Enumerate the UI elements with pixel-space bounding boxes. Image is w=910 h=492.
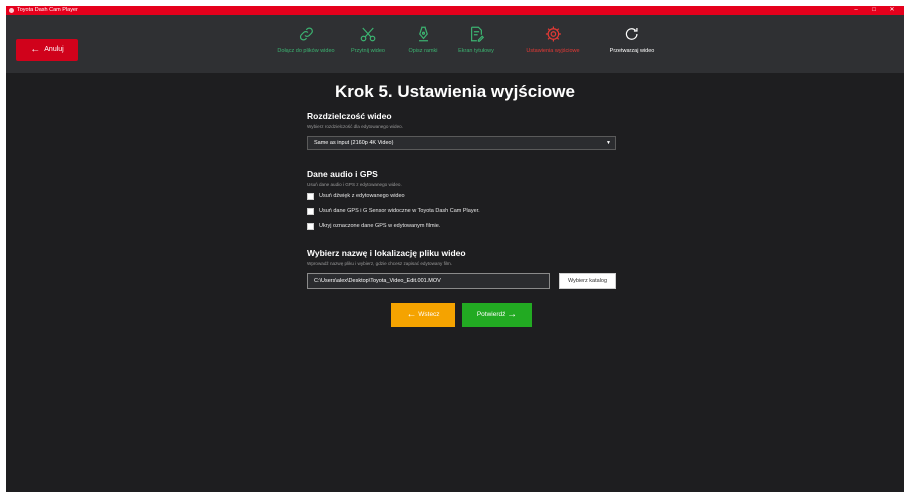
step-indicator: Dołącz do plików wideo Przytnij wideo Op… bbox=[6, 15, 904, 73]
toolbar: ← Anuluj Dołącz do plików wideo Przytnij… bbox=[6, 15, 904, 73]
close-button[interactable]: ✕ bbox=[883, 6, 901, 15]
back-button[interactable]: ← Wstecz bbox=[391, 303, 455, 327]
section-title: Rozdzielczość wideo bbox=[307, 111, 392, 121]
step-describe-frames[interactable]: Opisz ramki bbox=[408, 25, 438, 55]
step-label: Ustawienia wyjściowe bbox=[526, 48, 580, 54]
step-trim-video[interactable]: Przytnij wideo bbox=[351, 25, 385, 55]
checkbox-label: Ukryj oznaczone dane GPS w edytowanym fi… bbox=[319, 223, 441, 229]
refresh-icon bbox=[610, 25, 655, 45]
window-title: Toyota Dash Cam Player bbox=[17, 7, 78, 13]
app-icon bbox=[9, 8, 14, 13]
minimize-button[interactable]: – bbox=[847, 6, 865, 15]
page-title: Krok 5. Ustawienia wyjściowe bbox=[335, 82, 575, 101]
section-description: Usuń dane audio i GPS z edytowanego wide… bbox=[307, 182, 402, 187]
maximize-button[interactable]: □ bbox=[865, 6, 883, 15]
step-label: Przetwarzaj wideo bbox=[609, 48, 655, 54]
pen-nib-icon bbox=[408, 25, 437, 45]
arrow-left-icon: ← bbox=[406, 309, 417, 320]
step-label: Przytnij wideo bbox=[351, 48, 385, 54]
link-icon bbox=[277, 25, 334, 45]
resolution-section: Rozdzielczość wideo Wybierz rozdzielczoś… bbox=[307, 111, 627, 130]
checkbox[interactable] bbox=[307, 222, 314, 230]
back-label: Wstecz bbox=[418, 311, 440, 318]
resolution-select-value: Same as input (2160p 4K Video) bbox=[314, 140, 394, 146]
checkbox-label: Usuń dźwięk z edytowanego wideo bbox=[319, 193, 405, 199]
app-window: Toyota Dash Cam Player – □ ✕ ← Anuluj Doł… bbox=[6, 6, 904, 492]
caret-down-icon: ▼ bbox=[606, 140, 611, 146]
checkbox[interactable] bbox=[307, 207, 314, 215]
remove-gps-checkbox[interactable]: Usuń dane GPS i G Sensor widoczne w Toyo… bbox=[307, 207, 480, 215]
section-description: Wybierz rozdzielczość dla edytowanego wi… bbox=[307, 124, 403, 129]
section-title: Wybierz nazwę i lokalizację pliku wideo bbox=[307, 248, 466, 258]
title-bar: Toyota Dash Cam Player – □ ✕ bbox=[6, 6, 904, 15]
hide-gps-checkbox[interactable]: Ukryj oznaczone dane GPS w edytowanym fi… bbox=[307, 222, 440, 230]
file-path-input[interactable] bbox=[307, 273, 550, 289]
resolution-select[interactable]: Same as input (2160p 4K Video) ▼ bbox=[307, 136, 616, 150]
step-join-videos[interactable]: Dołącz do plików wideo bbox=[277, 25, 335, 55]
arrow-right-icon: → bbox=[507, 309, 518, 320]
checkbox[interactable] bbox=[307, 192, 314, 200]
confirm-button[interactable]: Potwierdź → bbox=[462, 303, 532, 327]
main-content: Krok 5. Ustawienia wyjściowe Rozdzielczo… bbox=[6, 73, 904, 492]
step-output-settings[interactable]: Ustawienia wyjściowe bbox=[526, 25, 580, 55]
window-controls: – □ ✕ bbox=[847, 6, 901, 15]
edit-document-icon bbox=[458, 25, 494, 45]
step-label: Ekran tytułowy bbox=[458, 48, 494, 54]
gear-icon bbox=[526, 25, 579, 45]
confirm-label: Potwierdź bbox=[476, 311, 506, 318]
section-description: Wprowadź nazwę pliku i wybierz, gdzie ch… bbox=[307, 261, 453, 266]
step-label: Opisz ramki bbox=[408, 48, 438, 54]
checkbox-label: Usuń dane GPS i G Sensor widoczne w Toyo… bbox=[319, 208, 480, 214]
scissors-icon bbox=[351, 25, 385, 45]
step-process-video[interactable]: Przetwarzaj wideo bbox=[609, 25, 655, 55]
step-title-screen[interactable]: Ekran tytułowy bbox=[458, 25, 494, 55]
browse-folder-button[interactable]: Wybierz katalog bbox=[559, 273, 616, 289]
audio-gps-section: Dane audio i GPS Usuń dane audio i GPS z… bbox=[307, 169, 627, 188]
remove-audio-checkbox[interactable]: Usuń dźwięk z edytowanego wideo bbox=[307, 192, 405, 200]
section-title: Dane audio i GPS bbox=[307, 169, 378, 179]
step-label: Dołącz do plików wideo bbox=[277, 48, 335, 54]
file-section: Wybierz nazwę i lokalizację pliku wideo … bbox=[307, 248, 627, 267]
